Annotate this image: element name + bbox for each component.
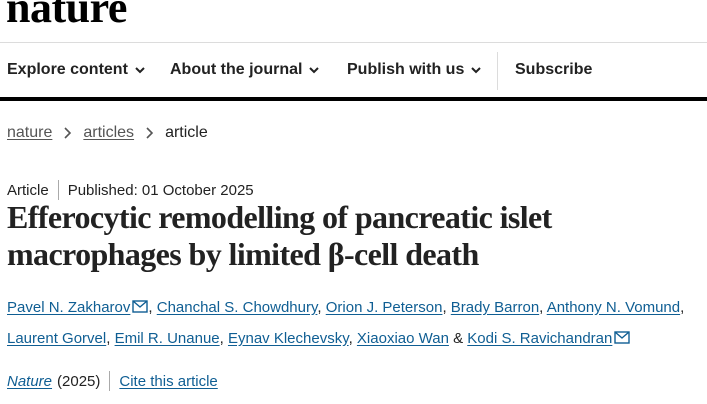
nav-divider — [497, 52, 498, 90]
meta-divider — [109, 371, 111, 391]
published-date: Published: 01 October 2025 — [67, 181, 254, 199]
breadcrumb: nature articles article — [7, 124, 208, 142]
citation-line: Nature (2025) Cite this article — [7, 371, 218, 391]
author-link[interactable]: Xiaoxiao Wan — [357, 330, 449, 347]
breadcrumb-nature[interactable]: nature — [7, 124, 52, 142]
chevron-down-icon — [471, 67, 482, 74]
cite-this-article-link[interactable]: Cite this article — [119, 373, 217, 390]
author-link[interactable]: Kodi S. Ravichandran — [467, 330, 612, 347]
article-title: Efferocytic remodelling of pancreatic is… — [7, 199, 552, 272]
meta-divider — [57, 180, 59, 200]
nav-about-journal-label: About the journal — [170, 61, 303, 78]
article-meta: Article Published: 01 October 2025 — [7, 180, 254, 200]
nature-logo[interactable]: nature — [6, 0, 127, 30]
nav-publish-with-us[interactable]: Publish with us — [347, 61, 482, 79]
subscribe-link[interactable]: Subscribe — [515, 61, 592, 79]
author-link[interactable]: Pavel N. Zakharov — [7, 299, 130, 316]
author-link[interactable]: Laurent Gorvel — [7, 330, 106, 347]
mail-icon[interactable] — [614, 331, 631, 344]
author-link[interactable]: Anthony N. Vomund — [547, 299, 680, 316]
author-link[interactable]: Emil R. Unanue — [115, 330, 220, 347]
chevron-right-icon — [64, 127, 72, 139]
breadcrumb-current: article — [165, 124, 208, 141]
author-link[interactable]: Orion J. Peterson — [326, 299, 443, 316]
subscribe-label: Subscribe — [515, 61, 593, 78]
author-list: Pavel N. Zakharov, Chanchal S. Chowdhury… — [7, 299, 685, 347]
article-type: Article — [7, 181, 49, 199]
nav-explore-content[interactable]: Explore content — [7, 61, 146, 79]
nav-about-journal[interactable]: About the journal — [170, 61, 320, 79]
nav-publish-with-us-label: Publish with us — [347, 61, 465, 78]
chevron-down-icon — [135, 67, 145, 74]
mail-icon[interactable] — [132, 300, 149, 313]
main-nav: Explore content About the journal Publis… — [0, 43, 707, 98]
nav-bottom-rule — [0, 97, 707, 101]
nav-explore-content-label: Explore content — [7, 61, 128, 78]
author-link[interactable]: Chanchal S. Chowdhury — [157, 299, 318, 316]
author-link[interactable]: Eynav Klechevsky — [228, 330, 349, 347]
chevron-down-icon — [309, 67, 320, 74]
chevron-right-icon — [146, 127, 154, 139]
publication-year: (2025) — [57, 372, 101, 390]
journal-link[interactable]: Nature — [7, 373, 52, 390]
breadcrumb-articles[interactable]: articles — [83, 124, 134, 142]
author-link[interactable]: Brady Barron — [451, 299, 539, 316]
